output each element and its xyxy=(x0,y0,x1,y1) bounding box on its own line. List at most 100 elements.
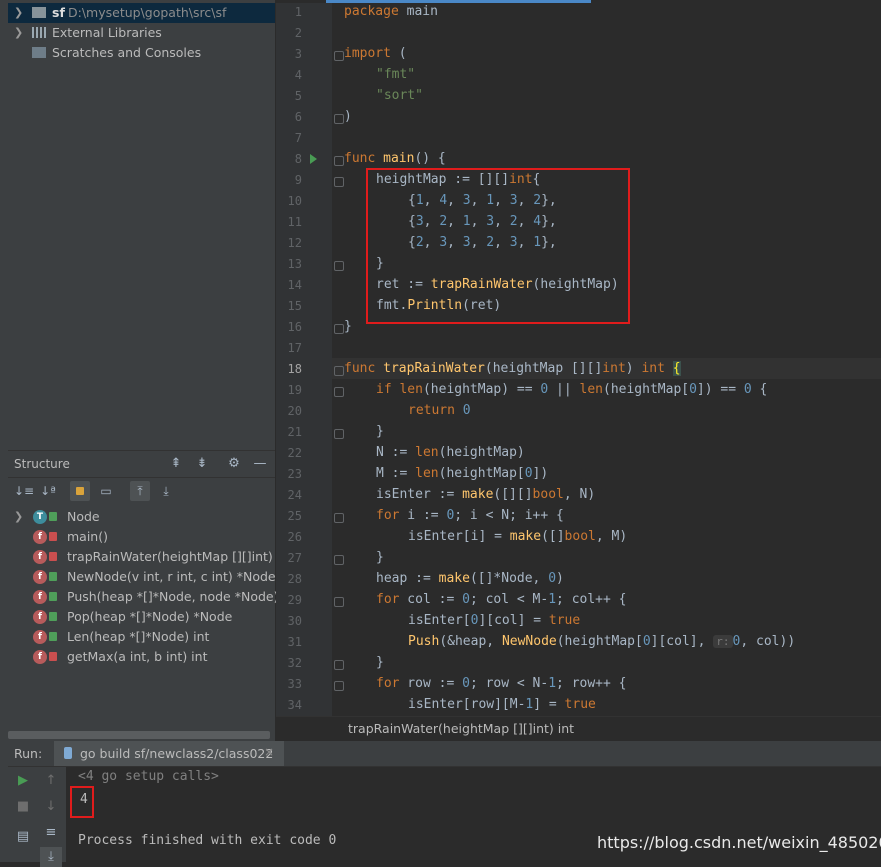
go-file-icon xyxy=(64,747,72,759)
keyword: package xyxy=(344,4,399,19)
function-icon: f xyxy=(33,570,47,584)
code-line: for row := 0; row < N-1; row++ { xyxy=(376,676,627,691)
unlock-icon xyxy=(49,612,57,621)
fold-icon[interactable] xyxy=(334,324,344,334)
line-number: 23 xyxy=(287,467,302,481)
keyword: func xyxy=(344,151,376,166)
fold-icon[interactable] xyxy=(334,261,344,271)
fold-icon[interactable] xyxy=(334,114,344,124)
code-line: package main xyxy=(344,4,438,19)
run-label: Run: xyxy=(14,746,43,761)
close-icon[interactable]: × xyxy=(264,745,274,759)
show-fields-icon[interactable]: ▭ xyxy=(96,481,116,501)
fold-icon[interactable] xyxy=(334,597,344,607)
up-arrow-icon[interactable]: ↑ xyxy=(40,771,62,791)
run-gutter-icon[interactable] xyxy=(310,154,317,164)
line-number: 3 xyxy=(294,47,302,61)
collapse-all-icon[interactable]: ⇟ xyxy=(194,456,210,472)
code-line: "fmt" xyxy=(376,67,416,82)
fold-icon[interactable] xyxy=(334,177,344,187)
structure-item-label: Node xyxy=(67,509,100,524)
type-keyword: int xyxy=(602,361,626,376)
chevron-right-icon[interactable]: ❯ xyxy=(14,507,24,527)
expand-all-icon[interactable]: ⇞ xyxy=(168,456,184,472)
horizontal-scrollbar[interactable] xyxy=(8,731,270,739)
fold-icon[interactable] xyxy=(334,429,344,439)
run-tab[interactable]: go build sf/newclass2/class022 × xyxy=(54,741,284,766)
function-icon: f xyxy=(33,610,47,624)
line-number: 24 xyxy=(287,488,302,502)
code-line: for i := 0; i < N; i++ { xyxy=(376,508,564,523)
chevron-right-icon[interactable]: ❯ xyxy=(14,23,24,43)
line-number: 27 xyxy=(287,551,302,565)
chevron-right-icon[interactable]: ❯ xyxy=(14,3,24,23)
rerun-icon[interactable]: ▶ xyxy=(12,771,34,791)
line-number: 25 xyxy=(287,509,302,523)
code-text: (heightMap [][] xyxy=(484,361,603,376)
code-text: () { xyxy=(414,151,446,166)
gear-icon[interactable]: ⚙ xyxy=(226,456,242,472)
code-line: "sort" xyxy=(376,88,423,103)
sort-alpha-icon[interactable]: ↓ª xyxy=(38,481,58,501)
code-line: } xyxy=(376,424,384,439)
code-line: for col := 0; col < M-1; col++ { xyxy=(376,592,627,607)
sort-visibility-icon[interactable]: ↓≡ xyxy=(14,481,34,501)
layout-icon[interactable]: ▤ xyxy=(12,827,34,847)
line-number: 9 xyxy=(294,173,302,187)
structure-item-label: getMax(a int, b int) int xyxy=(67,649,208,664)
code-text: ) xyxy=(625,361,642,376)
line-number: 30 xyxy=(287,614,302,628)
line-number: 34 xyxy=(287,698,302,712)
scratches-icon xyxy=(32,47,46,58)
code-text: ( xyxy=(390,46,407,61)
structure-header: Structure ⇞ ⇟ ⚙ — xyxy=(8,451,275,478)
fold-icon[interactable] xyxy=(334,156,344,166)
line-number: 20 xyxy=(287,404,302,418)
fold-icon[interactable] xyxy=(334,366,344,376)
function-name: trapRainWater xyxy=(383,361,485,376)
fold-icon[interactable] xyxy=(334,660,344,670)
line-number: 26 xyxy=(287,530,302,544)
line-number: 31 xyxy=(287,635,302,649)
soft-wrap-icon[interactable]: ≡ xyxy=(40,823,62,843)
structure-item-label: Len(heap *[]*Node) int xyxy=(67,629,210,644)
type-keyword: int xyxy=(641,361,665,376)
line-number: 2 xyxy=(294,26,302,40)
line-number: 17 xyxy=(287,341,302,355)
run-toolbar: ▶ ↑ ■ ↓ ▤ ≡ ⤓ xyxy=(8,767,66,867)
code-line: } xyxy=(344,319,352,334)
structure-toolbar: ↓≡ ↓ª ▭ ⤒ ⤓ xyxy=(8,479,275,503)
autoscroll-to-source-icon[interactable]: ⤒ xyxy=(130,481,150,501)
external-libraries-label: External Libraries xyxy=(52,25,162,40)
fold-icon[interactable] xyxy=(334,681,344,691)
unlock-icon xyxy=(49,592,57,601)
line-number: 5 xyxy=(294,89,302,103)
autoscroll-from-source-icon[interactable]: ⤓ xyxy=(156,481,176,501)
line-number: 15 xyxy=(287,299,302,313)
fold-icon[interactable] xyxy=(334,555,344,565)
show-private-icon[interactable] xyxy=(70,481,90,501)
highlight-box xyxy=(70,786,94,818)
minimize-icon[interactable]: — xyxy=(252,456,268,472)
structure-item-label: main() xyxy=(67,529,108,544)
console-collapsed-line[interactable]: <4 go setup calls> xyxy=(78,769,219,784)
project-root-row[interactable]: ❯ sf D:\mysetup\gopath\src\sf xyxy=(8,3,275,23)
code-editor[interactable]: 1 2 3 4 5 6 7 8 9 10 11 12 13 14 15 16 1… xyxy=(276,0,881,716)
line-number: 32 xyxy=(287,656,302,670)
stop-icon[interactable]: ■ xyxy=(12,797,34,817)
code-line: N := len(heightMap) xyxy=(376,445,525,460)
code-line: return 0 xyxy=(408,403,471,418)
brace-match: { xyxy=(672,361,681,376)
keyword: func xyxy=(344,361,376,376)
scroll-to-end-icon[interactable]: ⤓ xyxy=(40,847,62,867)
fold-icon[interactable] xyxy=(334,513,344,523)
folder-icon xyxy=(32,7,46,18)
code-line: isEnter[i] = make([]bool, M) xyxy=(408,529,628,544)
editor-gutter xyxy=(276,0,332,716)
breadcrumb[interactable]: trapRainWater(heightMap [][]int) int xyxy=(348,721,574,736)
code-line: } xyxy=(376,655,384,670)
down-arrow-icon[interactable]: ↓ xyxy=(40,797,62,817)
fold-icon[interactable] xyxy=(334,387,344,397)
fold-icon[interactable] xyxy=(334,51,344,61)
